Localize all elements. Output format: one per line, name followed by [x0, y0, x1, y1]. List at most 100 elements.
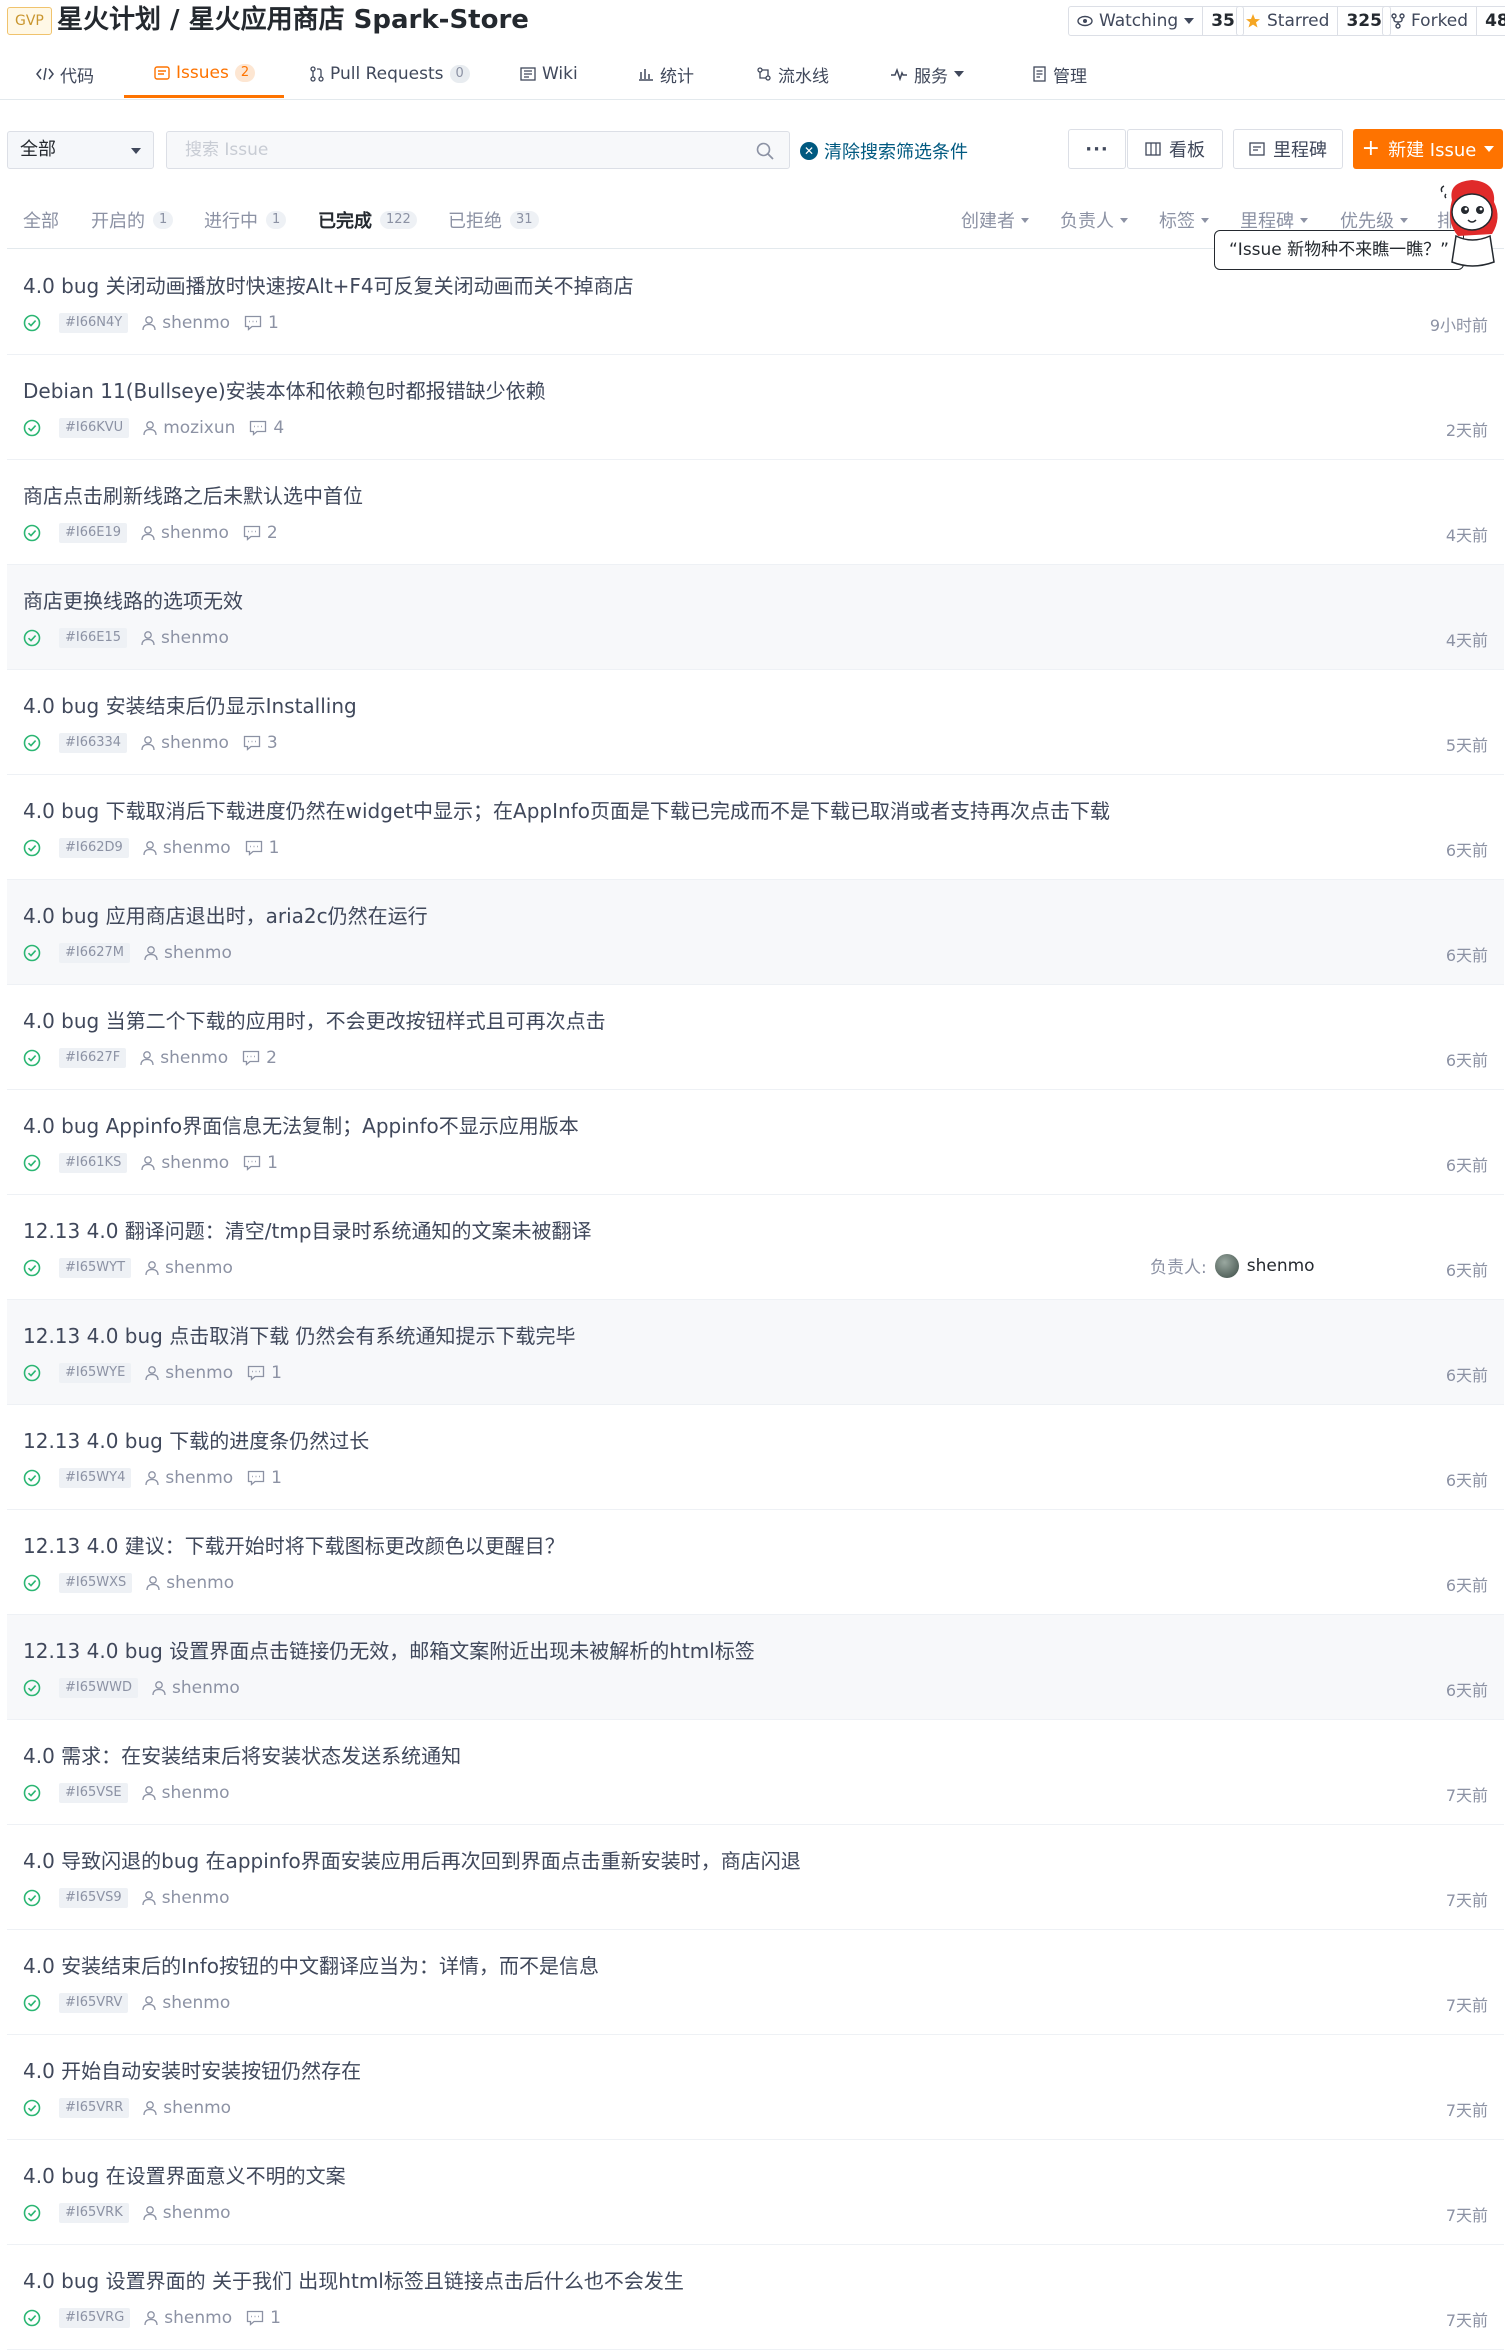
clear-filters-link[interactable]: ✕ 清除搜索筛选条件: [800, 138, 968, 164]
issue-row[interactable]: 4.0 bug 下载取消后下载进度仍然在widget中显示；在AppInfo页面…: [7, 775, 1504, 880]
issue-title[interactable]: 4.0 开始自动安装时安装按钮仍然存在: [23, 2055, 361, 2084]
tab-wiki[interactable]: Wiki: [520, 50, 578, 98]
filter-assignee[interactable]: 负责人: [1060, 207, 1128, 233]
issue-title[interactable]: 12.13 4.0 翻译问题：清空/tmp目录时系统通知的文案未被翻译: [23, 1215, 592, 1244]
issue-title[interactable]: 12.13 4.0 bug 下载的进度条仍然过长: [23, 1425, 369, 1454]
issue-comments[interactable]: 3: [243, 733, 278, 753]
filter-all[interactable]: 全部: [23, 207, 59, 233]
issue-author[interactable]: shenmo: [142, 1888, 230, 1908]
issue-id[interactable]: #I65WXS: [59, 1573, 133, 1593]
issue-id[interactable]: #I65WWD: [59, 1678, 138, 1698]
issue-comments[interactable]: 2: [243, 523, 278, 543]
issue-author[interactable]: shenmo: [146, 1573, 234, 1593]
issue-id[interactable]: #I66E15: [59, 628, 128, 648]
issue-author[interactable]: mozixun: [143, 418, 235, 438]
issue-id[interactable]: #I65VRR: [59, 2098, 130, 2118]
issue-author[interactable]: shenmo: [141, 1783, 229, 1803]
search-icon[interactable]: [755, 141, 775, 161]
issue-comments[interactable]: 1: [245, 838, 279, 858]
issue-author[interactable]: shenmo: [141, 628, 229, 648]
issue-author[interactable]: shenmo: [140, 1048, 228, 1068]
issue-author[interactable]: shenmo: [142, 313, 230, 333]
fork-button[interactable]: Forked: [1383, 7, 1476, 35]
issue-id[interactable]: #I65VS9: [59, 1888, 128, 1908]
issue-row[interactable]: 商店更换线路的选项无效 #I66E15 shenmo 4天前: [7, 565, 1504, 670]
new-issue-button[interactable]: + 新建 Issue: [1353, 129, 1503, 169]
filter-labels[interactable]: 标签: [1159, 207, 1209, 233]
issue-row[interactable]: 12.13 4.0 bug 设置界面点击链接仍无效，邮箱文案附近出现未被解析的h…: [7, 1615, 1504, 1720]
tab-issues[interactable]: Issues 2: [124, 50, 285, 98]
filter-rejected[interactable]: 已拒绝 31: [448, 207, 539, 233]
issue-author[interactable]: shenmo: [141, 1153, 229, 1173]
issue-row[interactable]: 商店点击刷新线路之后未默认选中首位 #I66E19 shenmo 2 4天前: [7, 460, 1504, 565]
issue-id[interactable]: #I65VRG: [59, 2308, 131, 2328]
search-input[interactable]: [167, 132, 727, 168]
issue-author[interactable]: shenmo: [145, 1468, 233, 1488]
issue-row[interactable]: 12.13 4.0 bug 下载的进度条仍然过长 #I65WY4 shenmo 1 6天…: [7, 1405, 1504, 1510]
issue-comments[interactable]: 1: [247, 1468, 282, 1488]
mascot-speech-bubble[interactable]: “Issue 新物种不来瞧一瞧？”: [1214, 230, 1464, 270]
issue-id[interactable]: #I66KVU: [59, 418, 130, 438]
tab-manage[interactable]: 管理: [1033, 50, 1087, 98]
issue-row[interactable]: 4.0 需求：在安装结束后将安装状态发送系统通知 #I65VSE shenmo 7天前: [7, 1720, 1504, 1825]
star-button[interactable]: Starred: [1237, 7, 1337, 35]
issue-title[interactable]: 4.0 bug 当第二个下载的应用时，不会更改按钮样式且可再次点击: [23, 1005, 606, 1034]
issue-title[interactable]: 4.0 安装结束后的Info按钮的中文翻译应当为：详情，而不是信息: [23, 1950, 599, 1979]
fork-count[interactable]: 48: [1476, 7, 1505, 35]
issue-row[interactable]: 4.0 安装结束后的Info按钮的中文翻译应当为：详情，而不是信息 #I65VRV…: [7, 1930, 1504, 2035]
issue-title[interactable]: 12.13 4.0 bug 设置界面点击链接仍无效，邮箱文案附近出现未被解析的h…: [23, 1635, 755, 1664]
issue-author[interactable]: shenmo: [144, 943, 232, 963]
issue-title[interactable]: 4.0 bug 下载取消后下载进度仍然在widget中显示；在AppInfo页面…: [23, 795, 1110, 824]
issue-author[interactable]: shenmo: [143, 2098, 231, 2118]
watch-button[interactable]: Watching: [1069, 7, 1202, 35]
issue-title[interactable]: 12.13 4.0 建议：下载开始时将下载图标更改颜色以更醒目？: [23, 1530, 565, 1559]
tab-code[interactable]: 代码: [36, 50, 94, 98]
issue-row[interactable]: Debian 11(Bullseye)安装本体和依赖包时都报错缺少依赖 #I66K…: [7, 355, 1504, 460]
issue-row[interactable]: 4.0 bug 设置界面的 关于我们 出现html标签且链接点击后什么也不会发生…: [7, 2245, 1504, 2350]
issue-id[interactable]: #I66E19: [59, 523, 128, 543]
issue-id[interactable]: #I65WY4: [59, 1468, 132, 1488]
board-button[interactable]: 看板: [1127, 129, 1223, 169]
issue-title[interactable]: 12.13 4.0 bug 点击取消下载 仍然会有系统通知提示下载完毕: [23, 1320, 576, 1349]
issue-title[interactable]: 4.0 需求：在安装结束后将安装状态发送系统通知: [23, 1740, 461, 1769]
issue-row[interactable]: 12.13 4.0 bug 点击取消下载 仍然会有系统通知提示下载完毕 #I65W…: [7, 1300, 1504, 1405]
issue-row[interactable]: 4.0 bug Appinfo界面信息无法复制；Appinfo不显示应用版本 #I…: [7, 1090, 1504, 1195]
filter-open[interactable]: 开启的 1: [91, 207, 174, 233]
issue-title[interactable]: 4.0 bug 安装结束后仍显示Installing: [23, 690, 357, 719]
issue-id[interactable]: #I65WYE: [59, 1363, 132, 1383]
tab-pipeline[interactable]: 流水线: [756, 50, 829, 98]
issue-title[interactable]: 4.0 bug 在设置界面意义不明的文案: [23, 2160, 346, 2189]
issue-comments[interactable]: 1: [244, 313, 279, 333]
issue-row[interactable]: 4.0 bug 当第二个下载的应用时，不会更改按钮样式且可再次点击 #I6627F…: [7, 985, 1504, 1090]
issue-id[interactable]: #I661KS: [59, 1153, 128, 1173]
issue-comments[interactable]: 2: [242, 1048, 277, 1068]
issue-title[interactable]: Debian 11(Bullseye)安装本体和依赖包时都报错缺少依赖: [23, 375, 546, 404]
filter-done[interactable]: 已完成 122: [318, 207, 417, 233]
repo-title[interactable]: 星火计划 / 星火应用商店 Spark-Store: [57, 2, 529, 38]
issue-id[interactable]: #I66N4Y: [59, 313, 129, 333]
issue-author[interactable]: shenmo: [143, 2203, 231, 2223]
issue-title[interactable]: 4.0 bug 应用商店退出时，aria2c仍然在运行: [23, 900, 428, 929]
issue-id[interactable]: #I65WYT: [59, 1258, 132, 1278]
issue-author[interactable]: shenmo: [141, 733, 229, 753]
issue-scope-select[interactable]: 全部: [7, 131, 154, 169]
issue-row[interactable]: 4.0 导致闪退的bug 在appinfo界面安装应用后再次回到界面点击重新安装…: [7, 1825, 1504, 1930]
filter-creator[interactable]: 创建者: [961, 207, 1029, 233]
issue-id[interactable]: #I66334: [59, 733, 128, 753]
issue-author[interactable]: shenmo: [144, 2308, 232, 2328]
mascot-icon[interactable]: [1438, 178, 1504, 270]
issue-author[interactable]: shenmo: [141, 523, 229, 543]
issue-row[interactable]: 12.13 4.0 建议：下载开始时将下载图标更改颜色以更醒目？ #I65WXS s…: [7, 1510, 1504, 1615]
issue-comments[interactable]: 1: [243, 1153, 278, 1173]
issue-title[interactable]: 4.0 bug Appinfo界面信息无法复制；Appinfo不显示应用版本: [23, 1110, 579, 1139]
issue-title[interactable]: 4.0 bug 关闭动画播放时快速按Alt+F4可反复关闭动画而关不掉商店: [23, 270, 634, 299]
issue-title[interactable]: 4.0 bug 设置界面的 关于我们 出现html标签且链接点击后什么也不会发生: [23, 2265, 684, 2294]
issue-comments[interactable]: 4: [249, 418, 284, 438]
issue-id[interactable]: #I6627F: [59, 1048, 127, 1068]
filter-in-progress[interactable]: 进行中 1: [204, 207, 287, 233]
issue-id[interactable]: #I662D9: [59, 838, 129, 858]
issue-id[interactable]: #I65VRV: [59, 1993, 129, 2013]
issue-row[interactable]: 4.0 开始自动安装时安装按钮仍然存在 #I65VRR shenmo 7天前: [7, 2035, 1504, 2140]
tab-stats[interactable]: 统计: [638, 50, 694, 98]
issue-comments[interactable]: 1: [246, 2308, 281, 2328]
